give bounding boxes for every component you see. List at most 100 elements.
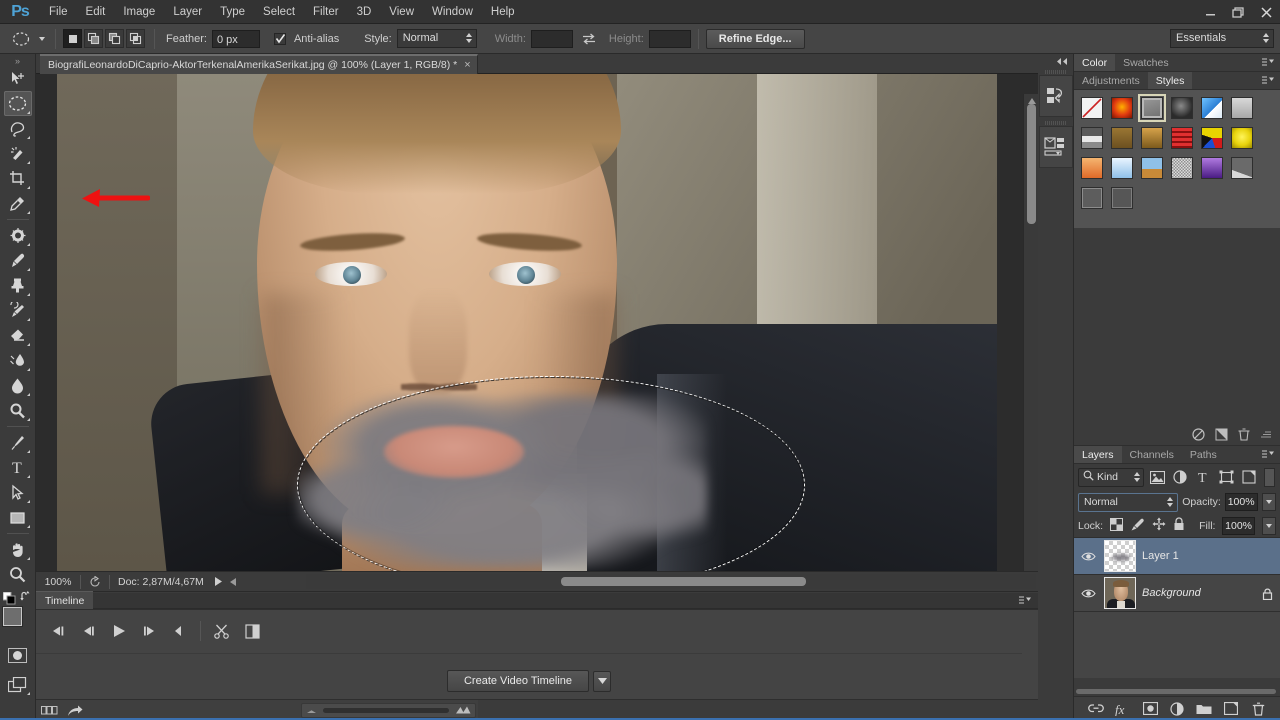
width-input[interactable] [530, 29, 573, 48]
fill-chevron-down-icon[interactable] [1261, 516, 1276, 535]
new-layer-icon[interactable] [1223, 701, 1239, 717]
zoom-level-field[interactable]: 100% [36, 576, 80, 588]
audio-mute-button[interactable] [164, 620, 194, 642]
menu-layer[interactable]: Layer [164, 0, 211, 24]
link-layers-icon[interactable] [1088, 701, 1104, 717]
collapse-icon[interactable] [1260, 430, 1272, 442]
style-swatch-blue-glass[interactable] [1197, 93, 1227, 123]
style-swatch-gray-bevel[interactable] [1227, 93, 1257, 123]
style-swatch-soft-button[interactable] [1107, 183, 1137, 213]
status-menu-arrow-icon[interactable] [212, 577, 226, 586]
layer-row-background[interactable]: Background [1074, 575, 1280, 612]
style-swatch-bronze[interactable] [1107, 123, 1137, 153]
style-swatch-purple-gradient[interactable] [1197, 153, 1227, 183]
panel-menu-icon[interactable] [1262, 57, 1276, 70]
workspace-select[interactable]: Essentials [1170, 29, 1274, 48]
zoom-in-icon[interactable] [455, 705, 471, 717]
timeline-zoom-track[interactable] [323, 708, 449, 713]
panel-menu-icon[interactable] [1019, 595, 1033, 608]
zoom-tool[interactable] [4, 562, 32, 587]
toolbar-expand-icon[interactable] [0, 56, 35, 66]
pen-tool[interactable] [4, 430, 32, 455]
new-fill-adjustment-icon[interactable] [1169, 701, 1185, 717]
panel-menu-icon[interactable] [1262, 75, 1276, 88]
filter-enable-toggle[interactable] [1264, 467, 1275, 487]
status-refresh-icon[interactable] [81, 575, 109, 588]
menu-window[interactable]: Window [423, 0, 482, 24]
fill-value[interactable]: 100% [1222, 516, 1255, 535]
clip-to-layer-icon[interactable] [1215, 428, 1228, 444]
spot-healing-brush-tool[interactable] [4, 223, 32, 248]
scissors-split-icon[interactable] [207, 620, 237, 642]
zoom-out-icon[interactable] [306, 705, 317, 717]
menu-file[interactable]: File [40, 0, 77, 24]
eraser-tool[interactable] [4, 323, 32, 348]
menu-filter[interactable]: Filter [304, 0, 348, 24]
timeline-zoom-slider[interactable] [301, 703, 476, 718]
swap-dimensions-icon[interactable] [581, 33, 597, 45]
next-frame-button[interactable] [134, 620, 164, 642]
layer-row-layer-1[interactable]: Layer 1 [1074, 538, 1280, 575]
style-swatch-blue-gel[interactable] [1107, 153, 1137, 183]
feather-input[interactable]: 0 px [211, 29, 260, 48]
style-swatch-dark-swirl[interactable] [1167, 93, 1197, 123]
filter-type-icon[interactable]: T [1193, 467, 1213, 487]
path-selection-tool[interactable] [4, 480, 32, 505]
history-brush-tool[interactable] [4, 298, 32, 323]
status-prev-arrow-icon[interactable] [226, 577, 240, 586]
create-video-timeline-button[interactable]: Create Video Timeline [446, 670, 590, 692]
previous-frame-button[interactable] [74, 620, 104, 642]
tab-layers[interactable]: Layers [1074, 446, 1122, 463]
height-input[interactable] [648, 29, 691, 48]
panel-menu-icon[interactable] [1262, 449, 1276, 462]
intersect-with-selection-button[interactable] [126, 29, 145, 48]
move-tool[interactable] [4, 66, 32, 91]
go-to-first-frame-button[interactable] [44, 620, 74, 642]
play-button[interactable] [104, 620, 134, 642]
blur-tool[interactable] [4, 373, 32, 398]
elliptical-marquee-icon[interactable] [6, 28, 36, 50]
subtract-from-selection-button[interactable] [105, 29, 124, 48]
add-to-selection-button[interactable] [84, 29, 103, 48]
style-swatch-basic-drop-shadow[interactable] [1137, 93, 1167, 123]
image-canvas[interactable] [57, 74, 997, 571]
rectangle-tool[interactable] [4, 505, 32, 530]
style-swatch-sunset[interactable] [1077, 153, 1107, 183]
hand-tool[interactable] [4, 537, 32, 562]
create-timeline-chevron-down-icon[interactable] [593, 670, 612, 692]
add-layer-style-icon[interactable]: fx [1115, 701, 1131, 717]
default-colors-icon[interactable] [2, 591, 16, 608]
layer-visibility-eye-icon[interactable] [1078, 588, 1098, 599]
style-swatch-red-stripes[interactable] [1167, 123, 1197, 153]
menu-help[interactable]: Help [482, 0, 524, 24]
type-tool[interactable]: T [4, 455, 32, 480]
style-swatch-yellow-glass[interactable] [1227, 123, 1257, 153]
eyedropper-tool[interactable] [4, 191, 32, 216]
new-selection-button[interactable] [63, 29, 82, 48]
layer-visibility-eye-icon[interactable] [1078, 551, 1098, 562]
layer-thumbnail[interactable] [1104, 540, 1136, 572]
delete-icon[interactable] [1238, 427, 1250, 444]
menu-edit[interactable]: Edit [77, 0, 115, 24]
layer-name[interactable]: Background [1142, 587, 1252, 599]
layers-horizontal-scrollbar[interactable] [1074, 687, 1280, 696]
close-icon[interactable] [1252, 0, 1280, 24]
swap-colors-icon[interactable] [19, 591, 33, 606]
lock-position-icon[interactable] [1152, 517, 1166, 534]
tab-channels[interactable]: Channels [1122, 446, 1182, 463]
style-swatch-paper-curl[interactable] [1227, 153, 1257, 183]
lock-image-pixels-icon[interactable] [1130, 518, 1145, 534]
transition-icon[interactable] [237, 620, 267, 642]
crop-tool[interactable] [4, 166, 32, 191]
restore-icon[interactable] [1224, 0, 1252, 24]
layers-scroll-thumb[interactable] [1076, 689, 1276, 694]
collapse-panels-icon[interactable] [1038, 54, 1073, 68]
lock-transparent-pixels-icon[interactable] [1110, 517, 1124, 534]
refine-edge-button[interactable]: Refine Edge... [705, 28, 805, 49]
antialias-checkbox[interactable] [273, 32, 286, 45]
menu-type[interactable]: Type [211, 0, 254, 24]
minimize-icon[interactable] [1196, 0, 1224, 24]
menu-select[interactable]: Select [254, 0, 304, 24]
tab-color[interactable]: Color [1074, 54, 1116, 71]
convert-to-frame-animation-icon[interactable] [36, 700, 62, 720]
